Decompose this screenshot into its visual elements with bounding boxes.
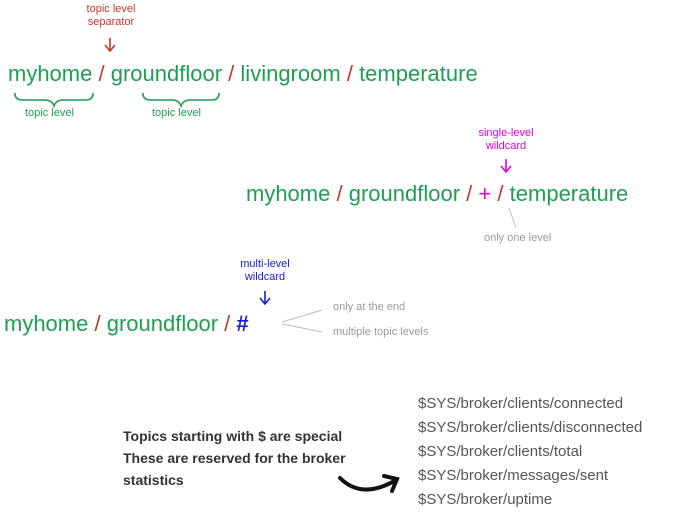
- topic-separator: /: [94, 311, 101, 336]
- sys-topic: $SYS/broker/clients/connected: [418, 395, 624, 412]
- multi-level-arrow: [259, 291, 271, 306]
- topic-level-label-2: topic level: [152, 107, 201, 119]
- topic-level-myhome: myhome: [4, 311, 89, 336]
- separator-annotation-line1: topic level: [86, 3, 136, 15]
- topic-separator: /: [98, 61, 105, 86]
- sys-arrow: [338, 474, 400, 493]
- topic-level-myhome: myhome: [246, 181, 331, 206]
- sys-note-line1: Topics starting with $ are special: [123, 428, 343, 444]
- topic-example-2: myhome / groundfloor / + / temperature: [246, 181, 628, 207]
- one-level-pointer: [508, 207, 517, 229]
- topic-level-myhome: myhome: [8, 61, 93, 86]
- sys-topic: $SYS/broker/clients/total: [418, 443, 583, 460]
- sys-topic-list: $SYS/broker/clients/connected $SYS/broke…: [418, 392, 642, 512]
- separator-annotation: topic level separator: [76, 3, 146, 29]
- topic-level-groundfloor: groundfloor: [106, 311, 219, 336]
- multi-level-annotation: multi-level wildcard: [227, 258, 303, 284]
- topic-level-label-1: topic level: [25, 107, 74, 119]
- sys-note-line2: These are reserved for the broker: [123, 450, 346, 466]
- single-level-wildcard: +: [478, 181, 492, 206]
- topic-separator: /: [497, 181, 504, 206]
- multi-pointer: [281, 323, 323, 333]
- topic-level-brace-2: [142, 92, 220, 109]
- topic-level-temperature: temperature: [359, 61, 478, 86]
- end-pointer: [281, 309, 323, 323]
- sys-topic: $SYS/broker/uptime: [418, 491, 553, 508]
- topic-separator: /: [336, 181, 343, 206]
- topic-separator: /: [346, 61, 353, 86]
- topic-level-groundfloor: groundfloor: [110, 61, 223, 86]
- multi-level-wildcard: #: [236, 311, 249, 336]
- multi-level-annotation-line1: multi-level: [240, 258, 290, 270]
- single-level-annotation: single-level wildcard: [468, 127, 544, 153]
- separator-annotation-line2: separator: [87, 16, 135, 28]
- sys-topic: $SYS/broker/clients/disconnected: [418, 419, 643, 436]
- multiple-levels-note: multiple topic levels: [333, 326, 429, 338]
- sys-topic: $SYS/broker/messages/sent: [418, 467, 609, 484]
- sys-note-line3: statistics: [123, 472, 184, 488]
- single-level-annotation-line1: single-level: [478, 127, 534, 139]
- sys-note: Topics starting with $ are special These…: [123, 425, 346, 491]
- multi-level-annotation-line2: wildcard: [244, 271, 286, 283]
- single-level-arrow: [500, 159, 512, 174]
- only-one-level-note: only one level: [484, 232, 552, 244]
- topic-level-brace-1: [14, 92, 94, 109]
- topic-level-temperature: temperature: [509, 181, 629, 206]
- topic-example-1: myhome / groundfloor / livingroom / temp…: [8, 61, 478, 87]
- topic-level-livingroom: livingroom: [240, 61, 341, 86]
- separator-arrow: [104, 38, 116, 53]
- topic-separator: /: [466, 181, 473, 206]
- only-at-end-note: only at the end: [333, 301, 406, 313]
- topic-level-groundfloor: groundfloor: [348, 181, 461, 206]
- topic-separator: /: [224, 311, 231, 336]
- topic-separator: /: [228, 61, 235, 86]
- topic-example-3: myhome / groundfloor / #: [4, 311, 249, 337]
- single-level-annotation-line2: wildcard: [485, 140, 527, 152]
